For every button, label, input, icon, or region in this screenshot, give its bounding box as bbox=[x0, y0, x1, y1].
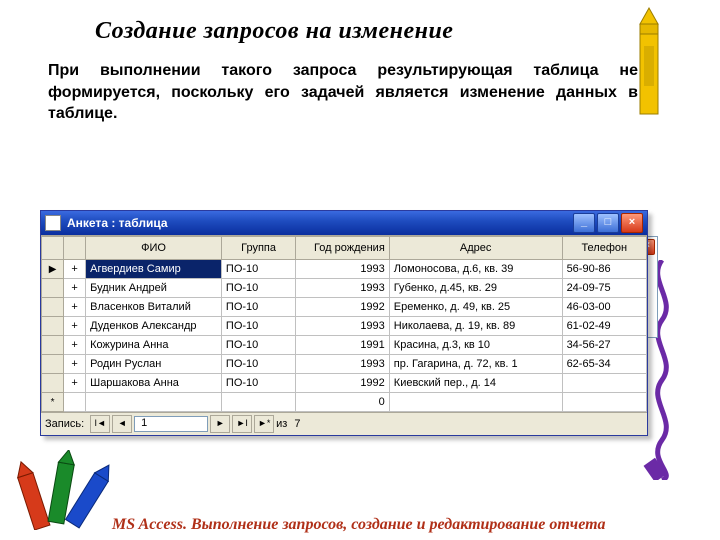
table-row[interactable]: +Шаршакова АннаПО-101992Киевский пер., д… bbox=[42, 374, 647, 393]
nav-current-input[interactable]: 1 bbox=[134, 416, 208, 432]
window-titlebar: Анкета : таблица _ □ × bbox=[41, 211, 647, 235]
nav-new-button[interactable]: ►* bbox=[254, 415, 274, 433]
cell-phone[interactable]: 46-03-00 bbox=[562, 298, 646, 317]
row-marker: * bbox=[42, 393, 64, 412]
nav-last-button[interactable]: ►I bbox=[232, 415, 252, 433]
expand-cell[interactable]: + bbox=[64, 260, 86, 279]
table-row[interactable]: +Дуденков АлександрПО-101993Николаева, д… bbox=[42, 317, 647, 336]
row-marker bbox=[42, 374, 64, 393]
col-header-group[interactable]: Группа bbox=[221, 237, 295, 260]
cell-phone[interactable]: 61-02-49 bbox=[562, 317, 646, 336]
nav-next-button[interactable]: ► bbox=[210, 415, 230, 433]
cell-group[interactable]: ПО-10 bbox=[221, 355, 295, 374]
cell-group[interactable]: ПО-10 bbox=[221, 298, 295, 317]
cell-group[interactable]: ПО-10 bbox=[221, 374, 295, 393]
minimize-button[interactable]: _ bbox=[573, 213, 595, 233]
expand-header bbox=[64, 237, 86, 260]
cell-addr[interactable]: Красина, д.3, кв 10 bbox=[389, 336, 562, 355]
cell-phone[interactable]: 34-56-27 bbox=[562, 336, 646, 355]
cell-fio[interactable]: Кожурина Анна bbox=[86, 336, 222, 355]
cell-phone[interactable]: 24-09-75 bbox=[562, 279, 646, 298]
slide-footer: MS Access. Выполнение запросов, создание… bbox=[112, 516, 606, 534]
cell-addr[interactable]: Ломоносова, д.6, кв. 39 bbox=[389, 260, 562, 279]
nav-of-label: из bbox=[276, 418, 287, 430]
col-header-phone[interactable]: Телефон bbox=[562, 237, 646, 260]
row-marker bbox=[42, 317, 64, 336]
crayons-icon bbox=[6, 450, 116, 530]
nav-first-button[interactable]: I◄ bbox=[90, 415, 110, 433]
cell-phone[interactable] bbox=[562, 393, 646, 412]
cell-group[interactable]: ПО-10 bbox=[221, 279, 295, 298]
page-heading: Создание запросов на изменение bbox=[95, 18, 453, 45]
cell-year[interactable]: 1993 bbox=[296, 355, 390, 374]
table-row[interactable]: +Будник АндрейПО-101993Губенко, д.45, кв… bbox=[42, 279, 647, 298]
cell-fio[interactable] bbox=[86, 393, 222, 412]
cell-fio[interactable]: Власенков Виталий bbox=[86, 298, 222, 317]
cell-group[interactable] bbox=[221, 393, 295, 412]
table-row[interactable]: +Кожурина АннаПО-101991Красина, д.3, кв … bbox=[42, 336, 647, 355]
table-row[interactable]: ▶+Агвердиев СамирПО-101993Ломоносова, д.… bbox=[42, 260, 647, 279]
expand-cell[interactable]: + bbox=[64, 298, 86, 317]
col-header-addr[interactable]: Адрес bbox=[389, 237, 562, 260]
expand-cell[interactable] bbox=[64, 393, 86, 412]
maximize-button[interactable]: □ bbox=[597, 213, 619, 233]
expand-cell[interactable]: + bbox=[64, 374, 86, 393]
cell-year[interactable]: 1992 bbox=[296, 374, 390, 393]
cell-year[interactable]: 1993 bbox=[296, 279, 390, 298]
table-row[interactable]: *0 bbox=[42, 393, 647, 412]
datasheet-grid: ФИО Группа Год рождения Адрес Телефон ▶+… bbox=[41, 235, 647, 412]
row-marker bbox=[42, 279, 64, 298]
header-row: ФИО Группа Год рождения Адрес Телефон bbox=[42, 237, 647, 260]
cell-phone[interactable] bbox=[562, 374, 646, 393]
cell-year[interactable]: 1992 bbox=[296, 298, 390, 317]
expand-cell[interactable]: + bbox=[64, 317, 86, 336]
cell-year[interactable]: 1991 bbox=[296, 336, 390, 355]
expand-cell[interactable]: + bbox=[64, 279, 86, 298]
crayon-icon bbox=[630, 6, 670, 126]
cell-addr[interactable]: Николаева, д. 19, кв. 89 bbox=[389, 317, 562, 336]
cell-group[interactable]: ПО-10 bbox=[221, 260, 295, 279]
cell-addr[interactable]: пр. Гагарина, д. 72, кв. 1 bbox=[389, 355, 562, 374]
cell-phone[interactable]: 56-90-86 bbox=[562, 260, 646, 279]
row-marker: ▶ bbox=[42, 260, 64, 279]
datasheet-window: Анкета : таблица _ □ × ФИО Группа Год ро… bbox=[40, 210, 648, 436]
cell-addr[interactable]: Губенко, д.45, кв. 29 bbox=[389, 279, 562, 298]
cell-fio[interactable]: Родин Руслан bbox=[86, 355, 222, 374]
cell-addr[interactable]: Еременко, д. 49, кв. 25 bbox=[389, 298, 562, 317]
cell-year[interactable]: 1993 bbox=[296, 260, 390, 279]
nav-total: 7 bbox=[294, 418, 300, 430]
cell-fio[interactable]: Агвердиев Самир bbox=[86, 260, 222, 279]
col-header-fio[interactable]: ФИО bbox=[86, 237, 222, 260]
table-row[interactable]: +Родин РусланПО-101993пр. Гагарина, д. 7… bbox=[42, 355, 647, 374]
table-row[interactable]: +Власенков ВиталийПО-101992Еременко, д. … bbox=[42, 298, 647, 317]
cell-group[interactable]: ПО-10 bbox=[221, 317, 295, 336]
expand-cell[interactable]: + bbox=[64, 355, 86, 374]
close-button[interactable]: × bbox=[621, 213, 643, 233]
record-navigator: Запись: I◄ ◄ 1 ► ►I ►* из 7 bbox=[41, 412, 647, 435]
cell-phone[interactable]: 62-65-34 bbox=[562, 355, 646, 374]
cell-fio[interactable]: Шаршакова Анна bbox=[86, 374, 222, 393]
col-header-year[interactable]: Год рождения bbox=[296, 237, 390, 260]
cell-addr[interactable]: Киевский пер., д. 14 bbox=[389, 374, 562, 393]
row-marker bbox=[42, 355, 64, 374]
cell-group[interactable]: ПО-10 bbox=[221, 336, 295, 355]
cell-addr[interactable] bbox=[389, 393, 562, 412]
window-icon bbox=[45, 215, 61, 231]
cell-fio[interactable]: Будник Андрей bbox=[86, 279, 222, 298]
cell-year[interactable]: 0 bbox=[296, 393, 390, 412]
nav-prev-button[interactable]: ◄ bbox=[112, 415, 132, 433]
row-marker bbox=[42, 298, 64, 317]
window-title: Анкета : таблица bbox=[67, 216, 571, 230]
cell-fio[interactable]: Дуденков Александр bbox=[86, 317, 222, 336]
body-paragraph: При выполнении такого запроса результиру… bbox=[48, 60, 638, 125]
expand-cell[interactable]: + bbox=[64, 336, 86, 355]
nav-label: Запись: bbox=[45, 418, 84, 430]
cell-year[interactable]: 1993 bbox=[296, 317, 390, 336]
row-selector-header bbox=[42, 237, 64, 260]
row-marker bbox=[42, 336, 64, 355]
